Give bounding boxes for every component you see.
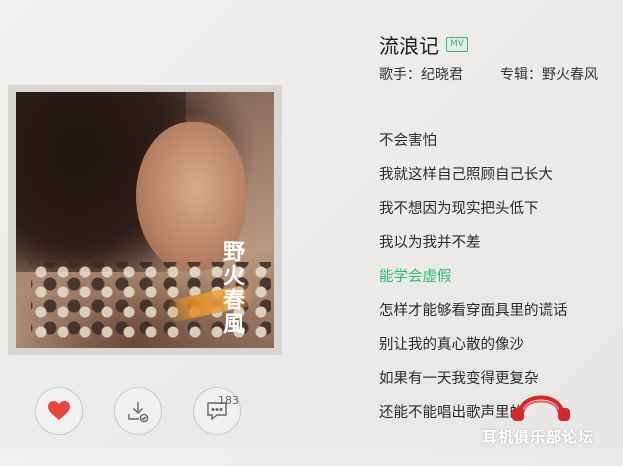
headphone-logo-icon xyxy=(512,395,570,421)
lyric-line: 不会害怕 xyxy=(379,133,437,149)
lyric-line-current: 能学会虚假 xyxy=(379,269,452,285)
album-link[interactable]: 专辑：野火春风 xyxy=(500,64,598,84)
album-cover-image[interactable]: 野火春風 xyxy=(16,92,274,348)
download-button[interactable] xyxy=(114,387,162,435)
lyric-line: 别让我的真心散的像沙 xyxy=(379,337,524,353)
cover-title-text: 野火春風 xyxy=(219,240,245,336)
forum-watermark: 耳机俱乐部论坛 xyxy=(478,378,623,449)
comment-count-badge: 183 xyxy=(218,394,239,407)
artist-link[interactable]: 歌手：纪晓君 xyxy=(379,64,463,84)
song-title: 流浪记 xyxy=(379,34,439,58)
like-button[interactable] xyxy=(35,387,83,435)
mv-badge[interactable]: MV xyxy=(446,37,468,52)
lyric-line: 怎样才能够看穿面具里的谎话 xyxy=(379,303,568,319)
lyric-line: 我就这样自己照顾自己长大 xyxy=(379,167,553,183)
heart-icon xyxy=(48,401,70,420)
album-cover-frame: 野火春風 xyxy=(8,85,282,355)
watermark-text: 耳机俱乐部论坛 xyxy=(482,428,595,446)
lyric-line: 我不想因为现实把头低下 xyxy=(379,201,539,217)
lyric-line: 我以为我并不差 xyxy=(379,235,481,251)
download-icon xyxy=(128,402,149,423)
